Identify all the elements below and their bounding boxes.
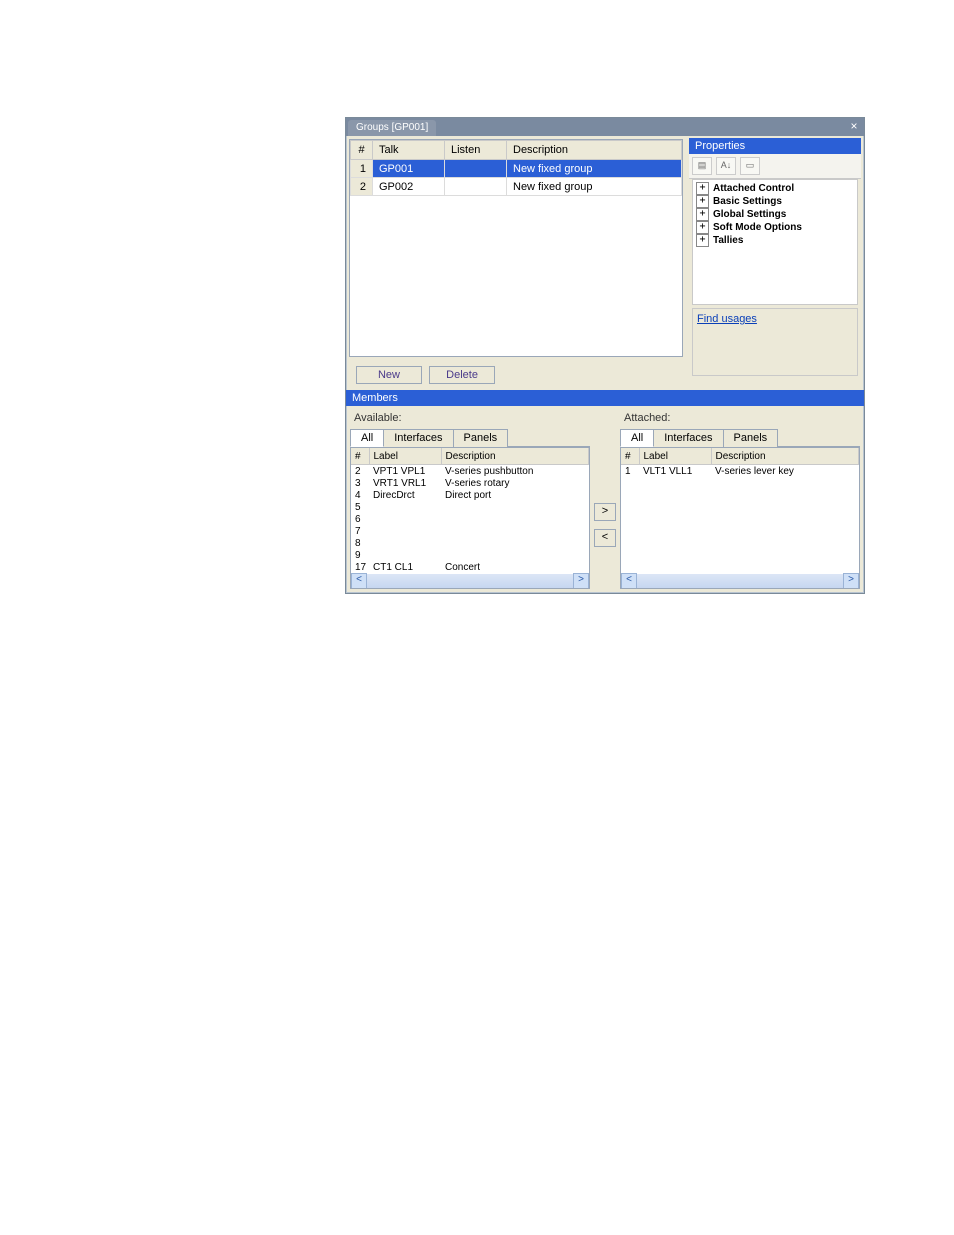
new-button[interactable]: New: [356, 366, 422, 384]
col-num[interactable]: #: [621, 448, 639, 465]
list-item[interactable]: 3VRT1 VRL1V-series rotary: [351, 477, 589, 489]
scroll-left-icon[interactable]: <: [351, 573, 367, 589]
col-num[interactable]: #: [351, 448, 369, 465]
scroll-left-icon[interactable]: <: [621, 573, 637, 589]
expand-icon[interactable]: +: [696, 208, 709, 221]
col-description[interactable]: Description: [507, 141, 682, 160]
tab-interfaces[interactable]: Interfaces: [653, 429, 723, 447]
properties-tree[interactable]: +Attached Control +Basic Settings +Globa…: [692, 179, 858, 305]
find-usages-link[interactable]: Find usages: [697, 313, 757, 325]
expand-icon[interactable]: +: [696, 182, 709, 195]
available-panel: Available: All Interfaces Panels # Label…: [350, 410, 590, 589]
list-item[interactable]: 6: [351, 513, 589, 525]
property-pages-icon[interactable]: ▭: [740, 157, 760, 175]
col-talk[interactable]: Talk: [373, 141, 445, 160]
groups-grid[interactable]: # Talk Listen Description 1 GP001 New fi…: [349, 139, 683, 357]
properties-description: Find usages: [692, 308, 858, 376]
groups-grid-header: # Talk Listen Description: [351, 141, 682, 160]
expand-icon[interactable]: +: [696, 195, 709, 208]
tab-panels[interactable]: Panels: [723, 429, 779, 447]
available-list[interactable]: # Label Description 2VPT1 VPL1V-series p…: [350, 447, 590, 589]
groups-buttons: New Delete: [346, 360, 686, 390]
col-listen[interactable]: Listen: [445, 141, 507, 160]
col-label[interactable]: Label: [369, 448, 441, 465]
attached-panel: Attached: All Interfaces Panels # Label …: [620, 410, 860, 589]
expand-icon[interactable]: +: [696, 221, 709, 234]
members-body: Available: All Interfaces Panels # Label…: [346, 406, 864, 593]
prop-group[interactable]: +Basic Settings: [693, 195, 857, 208]
col-num[interactable]: #: [351, 141, 373, 160]
prop-group[interactable]: +Attached Control: [693, 182, 857, 195]
attached-tabs: All Interfaces Panels: [620, 428, 860, 447]
list-item[interactable]: 5: [351, 501, 589, 513]
window-title-tab[interactable]: Groups [GP001]: [348, 120, 436, 136]
prop-group[interactable]: +Tallies: [693, 234, 857, 247]
groups-row[interactable]: 1 GP001 New fixed group: [351, 160, 682, 178]
move-right-button[interactable]: >: [594, 503, 616, 521]
attached-label: Attached:: [620, 410, 860, 426]
prop-group[interactable]: +Global Settings: [693, 208, 857, 221]
available-label: Available:: [350, 410, 590, 426]
title-bar: Groups [GP001] ×: [346, 118, 864, 136]
available-tabs: All Interfaces Panels: [350, 428, 590, 447]
attached-list[interactable]: # Label Description 1VLT1 VLL1V-series l…: [620, 447, 860, 589]
scroll-right-icon[interactable]: >: [843, 573, 859, 589]
list-item[interactable]: 2VPT1 VPL1V-series pushbutton: [351, 465, 589, 478]
categorized-icon[interactable]: ▤: [692, 157, 712, 175]
available-hscroll[interactable]: < >: [351, 574, 589, 588]
scroll-right-icon[interactable]: >: [573, 573, 589, 589]
move-buttons: > <: [594, 410, 616, 589]
list-item[interactable]: 9: [351, 549, 589, 561]
col-description[interactable]: Description: [441, 448, 589, 465]
list-item[interactable]: 7: [351, 525, 589, 537]
list-item[interactable]: 4DirecDrctDirect port: [351, 489, 589, 501]
properties-toolbar: ▤ A↓ ▭: [689, 154, 861, 179]
tab-panels[interactable]: Panels: [453, 429, 509, 447]
list-item[interactable]: 17CT1 CL1Concert: [351, 561, 589, 573]
properties-header: Properties: [689, 138, 861, 154]
delete-button[interactable]: Delete: [429, 366, 495, 384]
move-left-button[interactable]: <: [594, 529, 616, 547]
groups-window: Groups [GP001] × # Talk Listen Descript: [345, 117, 865, 594]
expand-icon[interactable]: +: [696, 234, 709, 247]
properties-panel: Properties ▤ A↓ ▭ +Attached Control +Bas…: [689, 138, 861, 379]
tab-all[interactable]: All: [620, 429, 654, 447]
tab-interfaces[interactable]: Interfaces: [383, 429, 453, 447]
tab-all[interactable]: All: [350, 429, 384, 447]
groups-row[interactable]: 2 GP002 New fixed group: [351, 178, 682, 196]
col-description[interactable]: Description: [711, 448, 859, 465]
prop-group[interactable]: +Soft Mode Options: [693, 221, 857, 234]
attached-hscroll[interactable]: < >: [621, 574, 859, 588]
members-header: Members: [346, 390, 864, 406]
col-label[interactable]: Label: [639, 448, 711, 465]
alpha-sort-icon[interactable]: A↓: [716, 157, 736, 175]
close-icon[interactable]: ×: [847, 120, 861, 134]
list-item[interactable]: 1VLT1 VLL1V-series lever key: [621, 465, 859, 478]
list-item[interactable]: 8: [351, 537, 589, 549]
